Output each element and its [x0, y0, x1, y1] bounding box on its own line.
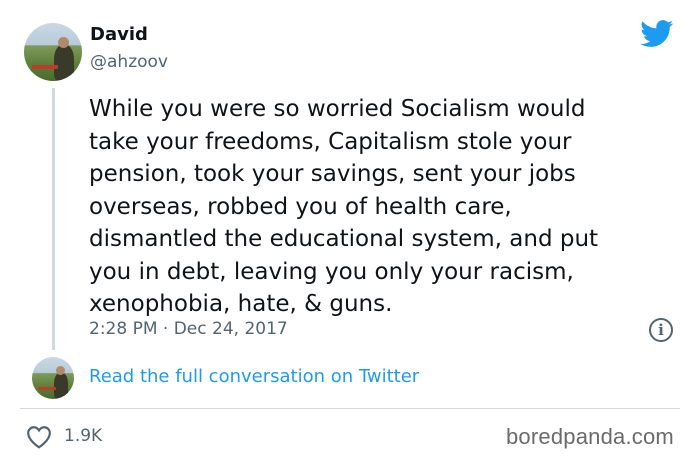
author-name[interactable]: David	[90, 24, 148, 45]
avatar-sign	[38, 387, 56, 390]
author-handle[interactable]: @ahzoov	[90, 52, 168, 72]
tweet-text: While you were so worried Socialism woul…	[89, 93, 689, 321]
avatar-head	[58, 37, 69, 48]
avatar-head	[56, 366, 65, 375]
tweet-timestamp[interactable]: 2:28 PM · Dec 24, 2017	[89, 319, 288, 339]
tweet-line: overseas, robbed you of health care,	[89, 193, 512, 220]
divider	[20, 408, 680, 409]
like-count: 1.9K	[64, 426, 103, 446]
twitter-bird-icon[interactable]	[640, 20, 674, 48]
conversation-avatar[interactable]	[32, 357, 74, 399]
tweet-line: pension, took your savings, sent your jo…	[89, 161, 576, 187]
heart-icon[interactable]	[26, 425, 52, 449]
avatar-sign	[32, 65, 58, 69]
avatar-figure	[54, 373, 68, 399]
info-icon[interactable]: i	[649, 318, 673, 342]
thread-line	[52, 88, 55, 350]
tweet-line: While you were so worried Socialism woul…	[89, 96, 586, 122]
avatar-figure	[54, 45, 74, 81]
tweet-line: dismantled the educational system, and p…	[89, 226, 599, 252]
tweet-line: take your freedoms, Capitalism stole you…	[89, 128, 572, 155]
author-avatar[interactable]	[24, 23, 82, 81]
tweet-line: you in debt, leaving you only your racis…	[89, 258, 574, 285]
tweet-line: xenophobia, hate, & guns.	[89, 291, 393, 317]
watermark: boredpanda.com	[506, 424, 674, 449]
read-conversation-link[interactable]: Read the full conversation on Twitter	[89, 366, 419, 387]
